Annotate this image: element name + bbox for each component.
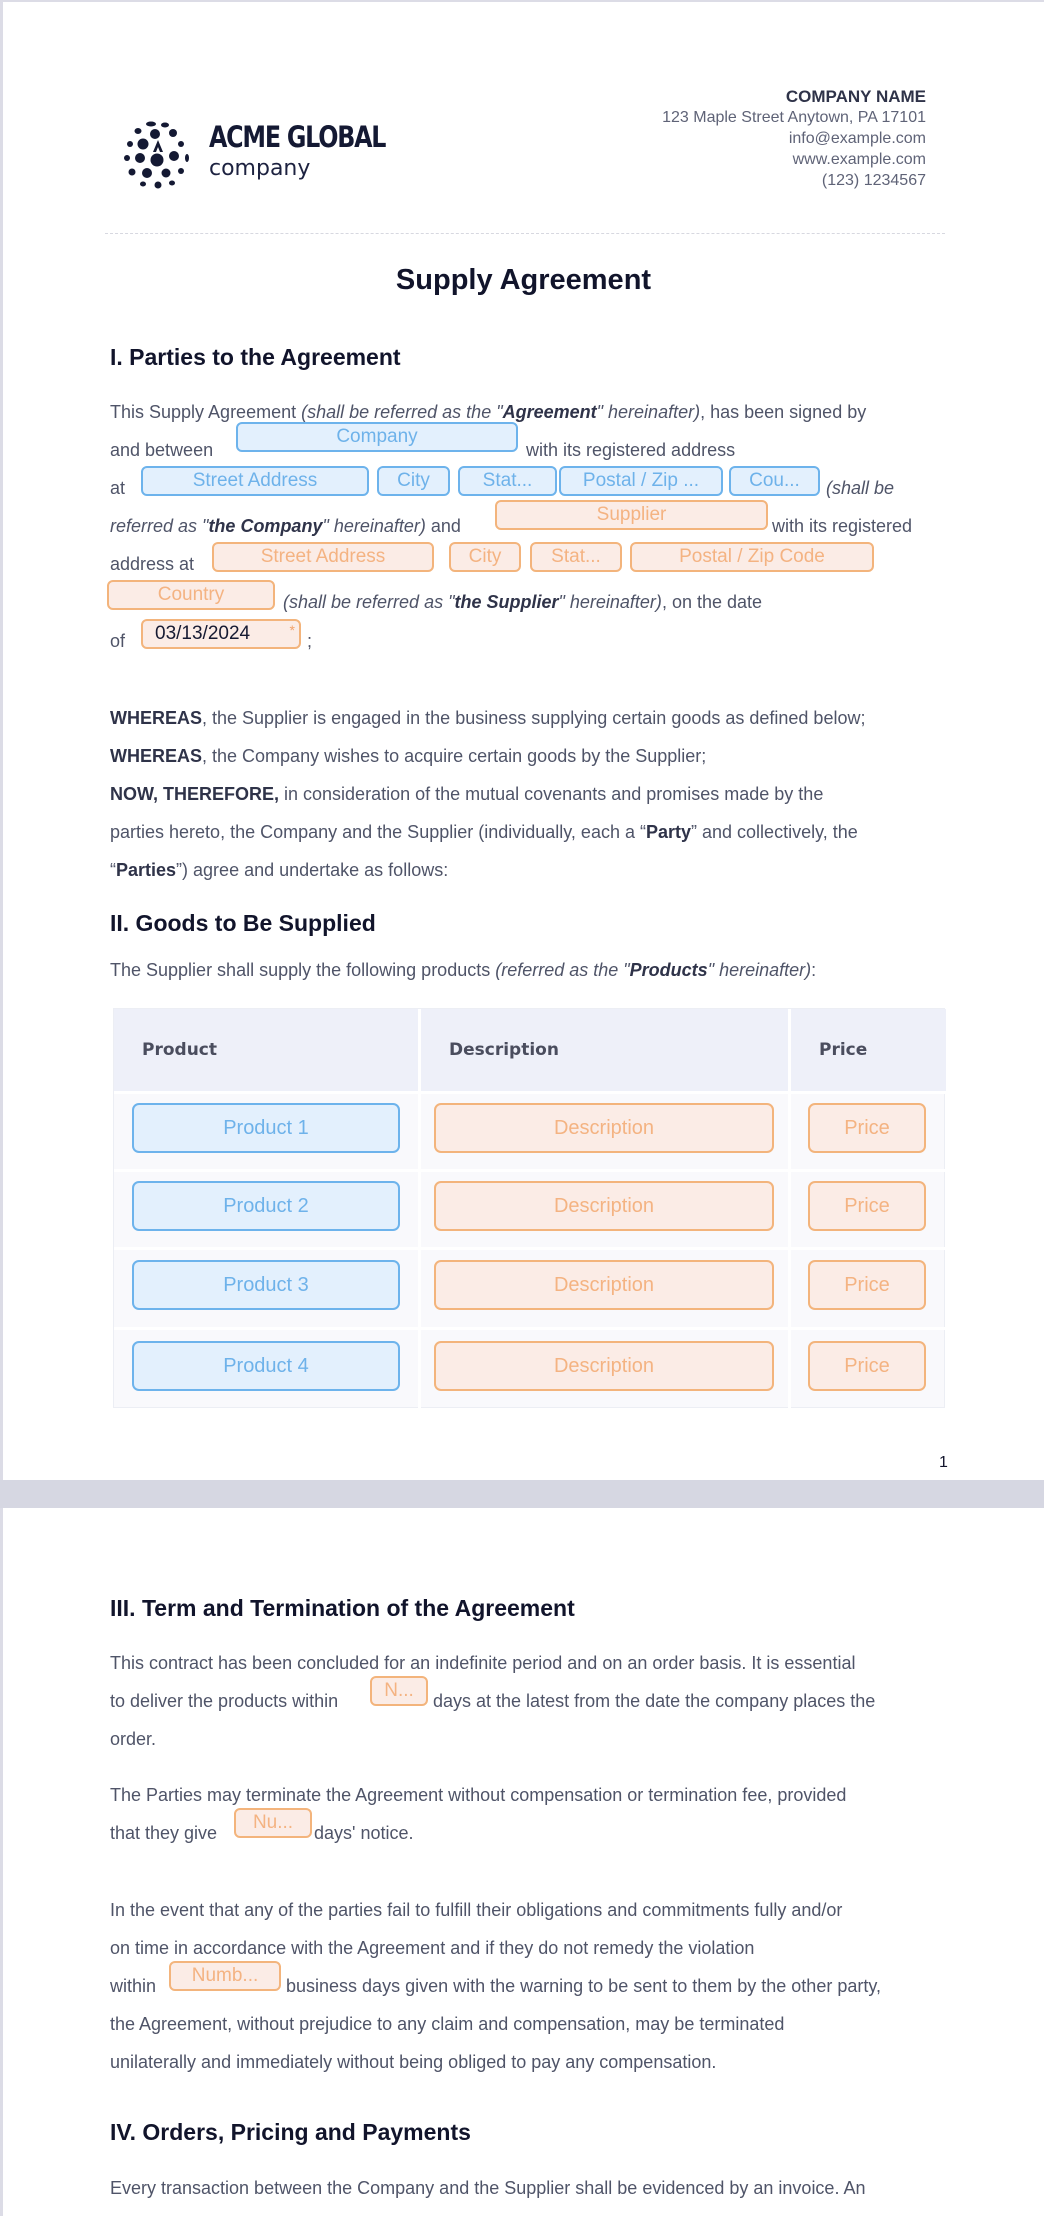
header-divider [105, 233, 945, 234]
term-p2-line2a: that they give [110, 1823, 218, 1843]
products-table: Product Description Price Product 1 Desc… [113, 1008, 946, 1409]
description-4-field[interactable]: Description [434, 1341, 774, 1391]
parties-line-2b: with its registered address [526, 440, 736, 460]
table-header-description: Description [421, 1009, 788, 1091]
term-p1-line1: This contract has been concluded for an … [110, 1653, 856, 1673]
logo-subtitle: company [209, 156, 311, 181]
price-3-field[interactable]: Price [808, 1260, 926, 1310]
company-name-field[interactable]: Company [236, 422, 518, 452]
table-header-price: Price [791, 1009, 946, 1091]
company-postal-field[interactable]: Postal / Zip ... [559, 466, 723, 496]
supplier-country-field[interactable]: Country [107, 580, 275, 610]
product-4-field[interactable]: Product 4 [132, 1341, 400, 1391]
section-heading-orders: IV. Orders, Pricing and Payments [110, 2119, 471, 2145]
document-title: Supply Agreement [395, 264, 652, 296]
company-logo: ACME GLOBAL company [121, 114, 386, 194]
company-street-field[interactable]: Street Address [141, 466, 369, 496]
term-p2-line1: The Parties may terminate the Agreement … [110, 1785, 847, 1805]
page-number: 1 [939, 1454, 948, 1471]
description-1-field[interactable]: Description [434, 1103, 774, 1153]
term-p3-line4: the Agreement, without prejudice to any … [110, 2014, 785, 2034]
section-heading-goods: II. Goods to Be Supplied [110, 910, 376, 936]
document-page-2: III. Term and Termination of the Agreeme… [3, 1508, 1044, 2216]
globe-dots-icon [124, 121, 189, 189]
supplier-name-field[interactable]: Supplier [495, 500, 768, 530]
section-heading-parties: I. Parties to the Agreement [110, 344, 401, 370]
supplier-street-field[interactable]: Street Address [212, 542, 434, 572]
term-p1-line2a: to deliver the products within [110, 1691, 339, 1711]
parties-line-6: (shall be referred as "the Supplier" her… [283, 592, 763, 612]
product-2-field[interactable]: Product 2 [132, 1181, 400, 1231]
logo-title: ACME GLOBAL [209, 120, 386, 154]
required-asterisk: * [289, 622, 295, 638]
price-1-field[interactable]: Price [808, 1103, 926, 1153]
parties-line-3a: at [110, 478, 126, 498]
parties-line-2a: and between [110, 440, 214, 460]
parties-line-4a: referred as "the Company" hereinafter) a… [110, 516, 461, 536]
recital-5: “Parties”) agree and undertake as follow… [110, 860, 449, 880]
page-gap [0, 1480, 1044, 1508]
company-city-field[interactable]: City [377, 466, 450, 496]
company-country-field[interactable]: Cou... [729, 466, 820, 496]
agreement-date-field[interactable]: 03/13/2024 * [141, 619, 301, 649]
table-header-product: Product [114, 1009, 418, 1091]
recital-4: parties hereto, the Company and the Supp… [110, 822, 858, 842]
supplier-state-field[interactable]: Stat... [530, 542, 622, 572]
supplier-city-field[interactable]: City [449, 542, 521, 572]
recital-1: WHEREAS, the Supplier is engaged in the … [110, 708, 866, 728]
parties-line-5a: address at [110, 554, 195, 574]
price-2-field[interactable]: Price [808, 1181, 926, 1231]
description-3-field[interactable]: Description [434, 1260, 774, 1310]
parties-line-3b: (shall be [826, 478, 895, 498]
remedy-days-field[interactable]: Numb... [169, 1961, 281, 1991]
term-p1-line3: order. [110, 1729, 157, 1749]
delivery-days-field[interactable]: N... [370, 1676, 428, 1706]
price-4-field[interactable]: Price [808, 1341, 926, 1391]
company-website: www.example.com [792, 151, 926, 168]
notice-days-field[interactable]: Nu... [234, 1808, 312, 1838]
section-heading-term: III. Term and Termination of the Agreeme… [110, 1595, 575, 1621]
company-name: COMPANY NAME [785, 87, 926, 106]
parties-line-4b: with its registered [772, 516, 913, 536]
company-state-field[interactable]: Stat... [458, 466, 557, 496]
orders-p1: Every transaction between the Company an… [110, 2178, 866, 2198]
supplier-postal-field[interactable]: Postal / Zip Code [630, 542, 874, 572]
term-p1-line2b: days at the latest from the date the com… [433, 1691, 876, 1711]
parties-line-7b: ; [307, 631, 313, 651]
company-address: 123 Maple Street Anytown, PA 17101 [662, 109, 926, 126]
product-1-field[interactable]: Product 1 [132, 1103, 400, 1153]
term-p2-line2b: days' notice. [314, 1823, 414, 1843]
parties-line-7a: of [110, 631, 126, 651]
term-p3-line3b: business days given with the warning to … [286, 1976, 882, 1996]
company-phone: (123) 1234567 [821, 172, 926, 189]
product-3-field[interactable]: Product 3 [132, 1260, 400, 1310]
company-info-block: COMPANY NAME 123 Maple Street Anytown, P… [662, 86, 926, 191]
document-page-1: ACME GLOBAL company COMPANY NAME 123 Map… [3, 2, 1044, 1480]
description-2-field[interactable]: Description [434, 1181, 774, 1231]
recital-2: WHEREAS, the Company wishes to acquire c… [110, 746, 707, 766]
goods-intro: The Supplier shall supply the following … [110, 960, 817, 980]
company-email: info@example.com [788, 130, 926, 147]
term-p3-line5: unilaterally and immediately without bei… [110, 2052, 717, 2072]
recital-3: NOW, THEREFORE, in consideration of the … [110, 784, 824, 804]
term-p3-line1: In the event that any of the parties fai… [110, 1900, 843, 1920]
term-p3-line3a: within [110, 1976, 157, 1996]
